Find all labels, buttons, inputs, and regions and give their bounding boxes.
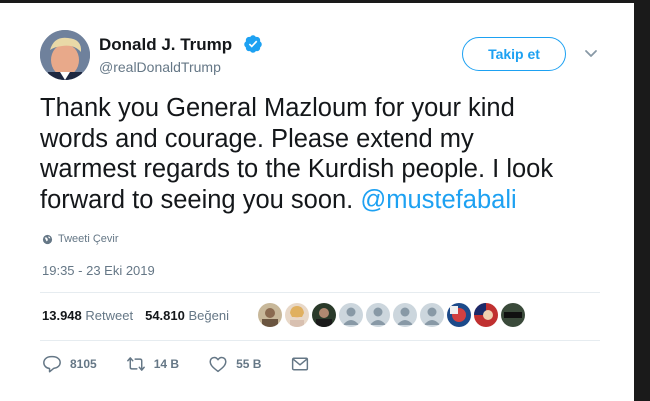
- liker-avatar[interactable]: [285, 303, 309, 327]
- tweet-line-text: forward to seeing you soon.: [40, 185, 361, 214]
- tweet-line: forward to seeing you soon. @mustefabali: [40, 185, 610, 216]
- liker-avatar[interactable]: [366, 303, 390, 327]
- tweet-line: words and courage. Please extend my: [40, 124, 474, 153]
- tweet-actions: 8105 14 B 55 B: [42, 355, 339, 373]
- tweet-line: Thank you General Mazloum for your kind: [40, 94, 515, 122]
- chevron-down-icon[interactable]: [583, 45, 599, 61]
- like-action-count: 55 B: [236, 357, 262, 371]
- liker-avatar[interactable]: [258, 303, 282, 327]
- retweet-count: 13.948: [42, 308, 82, 323]
- like-button[interactable]: 55 B: [208, 355, 261, 373]
- liker-avatar[interactable]: [474, 303, 498, 327]
- follow-button[interactable]: Takip et: [462, 37, 566, 71]
- tweet-stats: 13.948 Retweet 54.810 Beğeni: [42, 308, 229, 323]
- verified-badge-icon: [244, 35, 262, 53]
- liker-avatar[interactable]: [420, 303, 444, 327]
- retweet-label: Retweet: [85, 308, 134, 323]
- translate-label: Tweeti Çevir: [58, 233, 119, 245]
- reply-icon: [43, 355, 61, 373]
- user-handle[interactable]: @realDonaldTrump: [99, 59, 221, 75]
- tweet-text: Thank you General Mazloum for your kind …: [40, 93, 610, 215]
- heart-icon: [209, 356, 227, 373]
- tweet-card: Donald J. Trump @realDonaldTrump Takip e…: [0, 0, 634, 401]
- direct-message-button[interactable]: [290, 355, 310, 373]
- tweet-timestamp[interactable]: 19:35 - 23 Eki 2019: [42, 263, 155, 278]
- liker-avatar[interactable]: [393, 303, 417, 327]
- mention-link[interactable]: @mustefabali: [360, 186, 516, 214]
- divider: [40, 292, 600, 293]
- liker-avatar[interactable]: [501, 303, 525, 327]
- likers-avatars: [258, 303, 525, 327]
- retweet-stat[interactable]: 13.948 Retweet: [42, 308, 133, 323]
- reply-button[interactable]: 8105: [42, 355, 97, 373]
- liker-avatar[interactable]: [312, 303, 336, 327]
- liker-avatar[interactable]: [339, 303, 363, 327]
- retweet-icon: [126, 357, 145, 371]
- globe-icon: [42, 234, 53, 244]
- user-avatar[interactable]: [40, 30, 90, 80]
- like-label: Beğeni: [188, 308, 229, 323]
- retweet-button[interactable]: 14 B: [126, 355, 179, 373]
- like-stat[interactable]: 54.810 Beğeni: [145, 308, 229, 323]
- window-edge-top: [0, 0, 634, 3]
- window-edge-right: [634, 0, 650, 401]
- liker-avatar[interactable]: [447, 303, 471, 327]
- translate-tweet-link[interactable]: Tweeti Çevir: [42, 233, 119, 245]
- retweet-action-count: 14 B: [153, 357, 180, 371]
- divider: [40, 340, 600, 341]
- user-display-name[interactable]: Donald J. Trump: [99, 35, 232, 55]
- tweet-line: warmest regards to the Kurdish people. I…: [40, 155, 554, 183]
- message-icon: [292, 357, 309, 371]
- reply-count: 8105: [70, 357, 97, 371]
- like-count: 54.810: [145, 308, 185, 323]
